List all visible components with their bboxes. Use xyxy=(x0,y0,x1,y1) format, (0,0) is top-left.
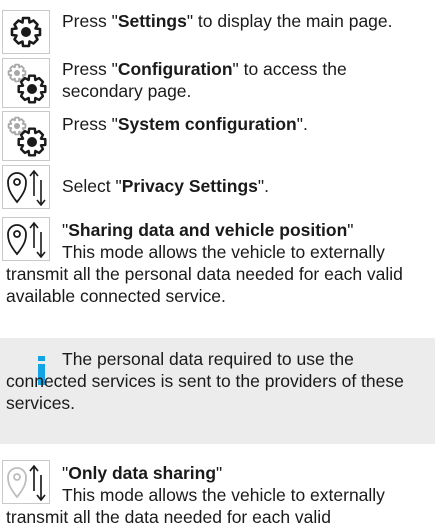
privacy-settings-label: Privacy Settings xyxy=(121,176,258,196)
note-text: The personal data required to use the co… xyxy=(6,349,404,413)
info-note: The personal data required to use the co… xyxy=(0,338,435,444)
mode-sharing-data-and-position: "Sharing data and vehicle position" This… xyxy=(6,220,403,306)
step-system-configuration: Press "System configuration". xyxy=(62,114,308,134)
mode-only-data-sharing: "Only data sharing" This mode allows the… xyxy=(6,463,385,527)
settings-label: Settings xyxy=(117,11,187,31)
gears-icon xyxy=(2,111,50,161)
step-privacy-settings: Select "Privacy Settings". xyxy=(62,176,269,196)
location-arrows-icon xyxy=(2,165,50,209)
step-configuration: Press "Configuration" to access the seco… xyxy=(62,59,347,101)
mode-title: Only data sharing xyxy=(68,463,217,483)
configuration-label: Configuration xyxy=(117,59,233,79)
mode-description: This mode allows the vehicle to external… xyxy=(6,485,385,527)
mode-description: This mode allows the vehicle to external… xyxy=(6,242,403,306)
step-settings: Press "Settings" to display the main pag… xyxy=(62,11,393,31)
gears-icon xyxy=(2,58,50,108)
mode-title: Sharing data and vehicle position xyxy=(68,220,348,240)
gear-icon xyxy=(2,10,50,54)
system-configuration-label: System configuration xyxy=(117,114,297,134)
